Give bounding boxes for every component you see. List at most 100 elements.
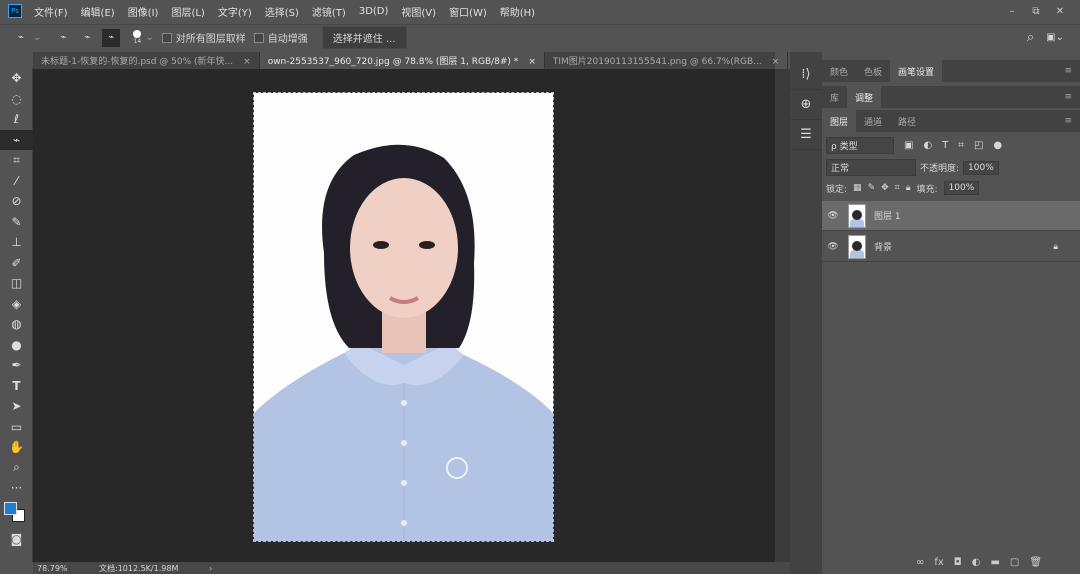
restore-button[interactable]: ⧉: [1024, 6, 1048, 17]
minimize-button[interactable]: –: [1000, 6, 1024, 17]
lasso-tool-icon[interactable]: ℓ: [0, 109, 33, 130]
quick-mask-icon[interactable]: ◙: [0, 529, 33, 550]
rectangle-tool-icon[interactable]: ▭: [0, 417, 33, 438]
zoom-tool-icon[interactable]: ⌕: [0, 458, 33, 479]
tool-preset-quick-select-icon[interactable]: ⌁: [12, 29, 30, 47]
clone-stamp-icon[interactable]: ⊥: [0, 232, 33, 253]
close-button[interactable]: ✕: [1048, 6, 1072, 17]
layer-filter-select[interactable]: ρ 类型: [826, 137, 894, 154]
vertical-scrollbar[interactable]: [775, 69, 790, 562]
tab-document-1[interactable]: 未标题-1-恢复的-恢复的.psd @ 50% (新年快... ×: [33, 52, 260, 69]
paint-bucket-icon[interactable]: ◈: [0, 294, 33, 315]
menu-file[interactable]: 文件(F): [34, 4, 68, 19]
menu-view[interactable]: 视图(V): [401, 4, 436, 19]
adjustments-panel-icon[interactable]: ☰: [790, 120, 822, 150]
tab-brush-settings[interactable]: 画笔设置: [890, 60, 943, 82]
history-brush-icon[interactable]: ✐: [0, 253, 33, 274]
filter-adjustment-icon[interactable]: ◐: [923, 140, 932, 151]
filter-pixel-icon[interactable]: ▣: [904, 140, 913, 151]
tab-layers[interactable]: 图层: [822, 110, 857, 132]
opacity-input[interactable]: 100%: [963, 160, 999, 175]
lock-all-icon[interactable]: 🔒︎: [906, 183, 911, 193]
menu-layer[interactable]: 图层(L): [171, 4, 204, 19]
close-tab-icon[interactable]: ×: [243, 57, 251, 67]
color-swatches[interactable]: [0, 499, 32, 529]
document-image[interactable]: [253, 92, 554, 542]
layer-name[interactable]: 背景: [874, 240, 892, 253]
lock-position-icon[interactable]: ✥: [881, 183, 889, 193]
tab-adjustments[interactable]: 调整: [847, 86, 882, 108]
close-tab-icon[interactable]: ×: [772, 57, 780, 67]
lock-artboard-icon[interactable]: ⌗: [895, 183, 900, 193]
brush-size-picker[interactable]: 14: [133, 30, 142, 45]
new-layer-icon[interactable]: ▢: [1010, 557, 1019, 568]
lock-paint-icon[interactable]: ✎: [868, 183, 876, 193]
panel-menu-icon[interactable]: ≡: [1064, 66, 1072, 76]
new-group-icon[interactable]: ▬: [990, 557, 999, 568]
marquee-tool-icon[interactable]: ◌: [0, 89, 33, 110]
tab-paths[interactable]: 路径: [890, 110, 924, 132]
visibility-eye-icon[interactable]: 👁︎: [822, 242, 844, 252]
filter-smart-object-icon[interactable]: ◰: [974, 140, 983, 151]
dodge-tool-icon[interactable]: ●: [0, 335, 33, 356]
more-tools-icon[interactable]: ···: [0, 478, 33, 499]
delete-layer-icon[interactable]: 🗑: [1029, 557, 1042, 568]
tab-document-2[interactable]: own-2553537_960_720.jpg @ 78.8% (图层 1, R…: [259, 52, 545, 69]
filter-type-icon[interactable]: T: [942, 140, 948, 151]
menu-select[interactable]: 选择(S): [265, 4, 299, 19]
history-panel-icon[interactable]: ⁞⟩: [790, 60, 822, 90]
workspace-icon[interactable]: ▣⌄: [1046, 32, 1064, 43]
tab-color[interactable]: 颜色: [822, 60, 856, 82]
blur-tool-icon[interactable]: ◍: [0, 314, 33, 335]
menu-type[interactable]: 文字(Y): [218, 4, 252, 19]
fill-input[interactable]: 100%: [943, 181, 980, 195]
menu-help[interactable]: 帮助(H): [500, 4, 535, 19]
menu-filter[interactable]: 滤镜(T): [312, 4, 346, 19]
healing-brush-icon[interactable]: ⊘: [0, 191, 33, 212]
panel-menu-icon[interactable]: ≡: [1064, 116, 1072, 126]
filter-toggle-icon[interactable]: ●: [993, 140, 1002, 151]
search-icon[interactable]: ⌕: [1027, 30, 1034, 45]
add-mask-icon[interactable]: ◘: [954, 557, 962, 568]
panel-menu-icon[interactable]: ≡: [1064, 92, 1072, 102]
status-menu-arrow[interactable]: ›: [209, 564, 212, 573]
menu-edit[interactable]: 编辑(E): [81, 4, 115, 19]
menu-3d[interactable]: 3D(D): [359, 6, 389, 17]
close-tab-icon[interactable]: ×: [528, 57, 536, 67]
brush-tool-icon[interactable]: ✎: [0, 212, 33, 233]
auto-enhance-checkbox[interactable]: [253, 32, 264, 43]
tab-libraries[interactable]: 库: [822, 86, 847, 108]
select-and-mask-button[interactable]: 选择并遮住 ...: [321, 26, 407, 49]
layer-row-background[interactable]: 👁︎ 背景 🔒︎: [822, 232, 1080, 262]
subtract-selection-icon[interactable]: ⌁: [102, 28, 121, 47]
menu-window[interactable]: 窗口(W): [449, 4, 487, 19]
tab-document-3[interactable]: TIM图片20190113155541.png @ 66.7%(RGB... ×: [545, 52, 789, 69]
crop-tool-icon[interactable]: ⌗: [0, 150, 33, 171]
sample-all-layers-checkbox[interactable]: [161, 32, 172, 43]
foreground-color-swatch[interactable]: [4, 501, 17, 515]
layer-row-layer1[interactable]: 👁︎ 图层 1: [822, 201, 1080, 231]
link-layers-icon[interactable]: ∞: [916, 557, 924, 568]
layer-name[interactable]: 图层 1: [874, 209, 901, 222]
path-selection-icon[interactable]: ➤: [0, 396, 33, 417]
eyedropper-tool-icon[interactable]: ⁄: [0, 171, 33, 192]
properties-panel-icon[interactable]: ⊕: [790, 90, 822, 120]
lock-transparent-icon[interactable]: ▦: [853, 183, 862, 193]
move-tool-icon[interactable]: ✥: [0, 68, 33, 89]
eraser-tool-icon[interactable]: ◫: [0, 273, 33, 294]
blend-mode-select[interactable]: 正常: [826, 159, 916, 176]
tab-swatches[interactable]: 色板: [856, 60, 890, 82]
menu-image[interactable]: 图像(I): [128, 4, 159, 19]
add-selection-icon[interactable]: ⌁: [78, 29, 96, 47]
layer-style-icon[interactable]: fx: [934, 557, 943, 568]
new-selection-icon[interactable]: ⌁: [54, 29, 72, 47]
pen-tool-icon[interactable]: ✒: [0, 355, 33, 376]
hand-tool-icon[interactable]: ✋: [0, 437, 33, 458]
tab-channels[interactable]: 通道: [856, 110, 890, 132]
quick-selection-tool-icon[interactable]: ⌁: [0, 129, 33, 150]
visibility-eye-icon[interactable]: 👁︎: [822, 211, 844, 221]
zoom-level[interactable]: 78.79%: [37, 564, 93, 573]
type-tool-icon[interactable]: T: [0, 376, 33, 397]
filter-shape-icon[interactable]: ⌗: [958, 140, 964, 151]
adjustment-layer-icon[interactable]: ◐: [972, 557, 981, 568]
